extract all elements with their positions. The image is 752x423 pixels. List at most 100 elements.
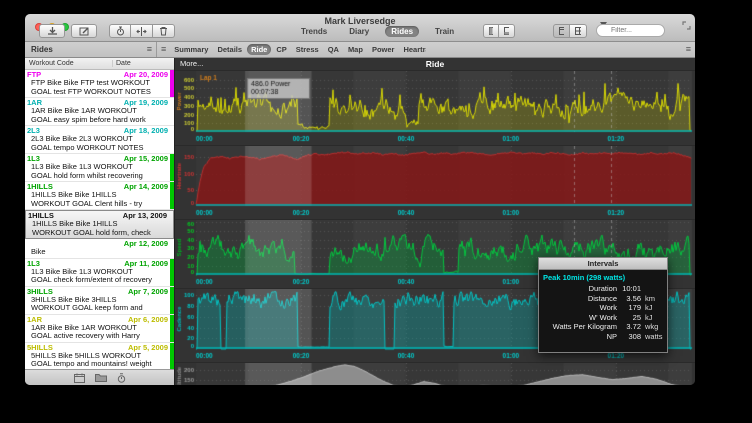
ride-list-column-header[interactable]: Workout Code Date xyxy=(25,58,174,70)
ride-code: 1AR xyxy=(27,99,42,107)
ride-date: Apr 12, 2009 xyxy=(124,240,168,248)
altitude-chart xyxy=(175,362,695,385)
titlebar: Mark Liversedge xyxy=(25,14,695,42)
tabbar-menu-icon-left[interactable]: ≡ xyxy=(157,45,170,54)
ride-description-line: WORKOUT GOAL hold form, check xyxy=(28,229,167,238)
scope-tab-rides[interactable]: Rides xyxy=(385,26,419,37)
tab-details[interactable]: Details xyxy=(213,44,246,55)
ride-description-line: 1HILLS Bike Bike 1HILLS xyxy=(27,191,168,200)
tab-power[interactable]: Power xyxy=(368,44,399,55)
ride-row[interactable]: 1HILLSApr 13, 20091HILLS Bike Bike 1HILL… xyxy=(25,210,174,239)
tab-ride[interactable]: Ride xyxy=(247,44,271,55)
ride-row[interactable]: 3HILLS Apr 7, 20093HILLS Bike Bike 3HILLS… xyxy=(25,287,174,315)
bottombar-icon xyxy=(504,27,509,35)
scope-tab-trends[interactable]: Trends xyxy=(295,26,333,37)
ride-description-line: 1AR Bike Bike 1AR WORKOUT xyxy=(27,324,168,333)
stopwatch-icon xyxy=(116,26,125,36)
interval-stat: NP xyxy=(539,332,617,342)
tab-stress[interactable]: Stress xyxy=(292,44,323,55)
charts-header: More... Ride xyxy=(175,58,695,70)
heartrate-chart-canvas[interactable] xyxy=(175,146,695,219)
interval-stat: kJ xyxy=(641,313,653,323)
ride-date: Apr 13, 2009 xyxy=(123,212,167,220)
ride-row[interactable]: 1HILLS Apr 14, 20091HILLS Bike Bike 1HILL… xyxy=(25,182,174,210)
tab-map[interactable]: Map xyxy=(344,44,367,55)
ride-description-line: 1L3 Bike Bike 1L3 WORKOUT xyxy=(27,268,168,277)
scope-tab-train[interactable]: Train xyxy=(429,26,460,37)
manual-entry-button[interactable] xyxy=(71,24,97,38)
toggle-lowbar-button[interactable] xyxy=(499,24,515,38)
split-arrows-icon xyxy=(136,27,147,36)
ride-sidebar: Workout Code Date FTP Apr 20, 2009FTP Bik… xyxy=(25,58,175,385)
tabbar-menu-icon-right[interactable]: ≡ xyxy=(682,45,695,54)
ride-description-line: GOAL test FTP WORKOUT NOTES xyxy=(27,88,168,97)
column-date[interactable]: Date xyxy=(113,60,131,67)
split-ride-button[interactable] xyxy=(131,24,153,38)
ride-row[interactable]: FTP Apr 20, 2009FTP Bike Bike FTP test WO… xyxy=(25,70,174,98)
import-button[interactable] xyxy=(39,24,65,38)
intervals-rows: Duration10:01Distance3.56kmWork179kJW' W… xyxy=(539,284,667,341)
sidebar-left-icon xyxy=(489,27,493,35)
tabbed-view-button[interactable] xyxy=(553,24,570,38)
ride-date: Apr 6, 2009 xyxy=(128,316,168,324)
scope-tab-diary[interactable]: Diary xyxy=(343,26,375,37)
ride-row[interactable]: 1L3Apr 11, 20091L3 Bike Bike 1L3 WORKOUT… xyxy=(25,259,174,287)
ride-description-line: FTP Bike Bike FTP test WORKOUT xyxy=(27,79,168,88)
ride-date: Apr 20, 2009 xyxy=(124,71,168,79)
ride-date: Apr 19, 2009 xyxy=(124,99,168,107)
ride-date: Apr 7, 2009 xyxy=(128,288,168,296)
ride-color-bar xyxy=(170,315,174,342)
tiled-view-button[interactable] xyxy=(570,24,587,38)
sidebar-menu-icon[interactable]: ≡ xyxy=(143,45,156,54)
ride-code: 3HILLS xyxy=(27,288,53,296)
ride-code: 5HILLS xyxy=(27,344,53,352)
tab-heartrate[interactable]: Heartrate xyxy=(399,44,426,55)
ride-list: FTP Apr 20, 2009FTP Bike Bike FTP test WO… xyxy=(25,70,174,369)
calendar-icon[interactable] xyxy=(74,373,85,383)
interval-stat: Watts Per Kilogram xyxy=(539,322,617,332)
compose-icon xyxy=(79,27,90,36)
ride-view-title: Ride xyxy=(175,59,695,69)
stopwatch-icon[interactable] xyxy=(117,373,126,383)
ride-description-line: WORKOUT GOAL keep form and xyxy=(27,304,168,313)
ride-code: FTP xyxy=(27,71,41,79)
ride-date: Apr 14, 2009 xyxy=(124,183,168,191)
filter-input[interactable] xyxy=(596,24,665,37)
ride-color-bar xyxy=(170,343,174,370)
ride-row[interactable]: 1ARApr 6, 20091AR Bike Bike 1AR WORKOUTG… xyxy=(25,315,174,343)
folder-icon[interactable] xyxy=(95,373,107,382)
interval-stat-row: Duration10:01 xyxy=(539,284,667,294)
intervals-popup: Intervals Peak 10min (298 watts) Duratio… xyxy=(538,257,668,353)
tab-cp[interactable]: CP xyxy=(272,44,290,55)
ride-description-line: 3HILLS Bike Bike 3HILLS xyxy=(27,296,168,305)
ride-color-bar xyxy=(170,70,174,97)
tiles-icon xyxy=(575,27,581,35)
download-icon xyxy=(47,27,58,36)
interval-stat: 3.72 xyxy=(617,322,641,332)
ride-row[interactable]: 1L3Apr 15, 20091L3 Bike Bike 1L3 WORKOUT… xyxy=(25,154,174,182)
ride-description-line: GOAL tempo and mountains! weight xyxy=(27,360,168,369)
tab-summary[interactable]: Summary xyxy=(170,44,212,55)
scope-tabs: Trends Diary Rides Train xyxy=(295,26,460,37)
ride-code: 1L3 xyxy=(27,155,40,163)
ride-date: Apr 11, 2009 xyxy=(124,260,168,268)
column-workout-code[interactable]: Workout Code xyxy=(25,60,113,67)
toggle-intervals-button[interactable] xyxy=(109,24,131,38)
altitude-chart-canvas[interactable] xyxy=(175,363,695,385)
ride-code: 1AR xyxy=(27,316,42,324)
ride-code: 1HILLS xyxy=(27,183,53,191)
delete-ride-button[interactable] xyxy=(153,24,175,38)
ride-description-line: GOAL tempo WORKOUT NOTES xyxy=(27,144,168,153)
intervals-popup-title[interactable]: Intervals xyxy=(539,258,667,270)
power-chart-canvas[interactable] xyxy=(175,71,695,145)
fullscreen-icon[interactable] xyxy=(682,17,691,35)
ride-description-line: GOAL hold form whilst recovering xyxy=(27,172,168,181)
ride-row[interactable]: 2L3Apr 18, 20092L3 Bike Bike 2L3 WORKOUT… xyxy=(25,126,174,154)
tab-qa[interactable]: QA xyxy=(324,44,343,55)
ride-row[interactable]: 5HILLSApr 5, 20095HILLS Bike 5HILLS WORK… xyxy=(25,343,174,370)
trash-icon xyxy=(159,26,168,36)
ride-code: 1HILLS xyxy=(28,212,54,220)
toggle-sidebar-button[interactable] xyxy=(483,24,499,38)
ride-row[interactable]: 1ARApr 19, 20091AR Bike Bike 1AR WORKOUT… xyxy=(25,98,174,126)
ride-row[interactable]: Apr 12, 2009Bike xyxy=(25,239,174,259)
